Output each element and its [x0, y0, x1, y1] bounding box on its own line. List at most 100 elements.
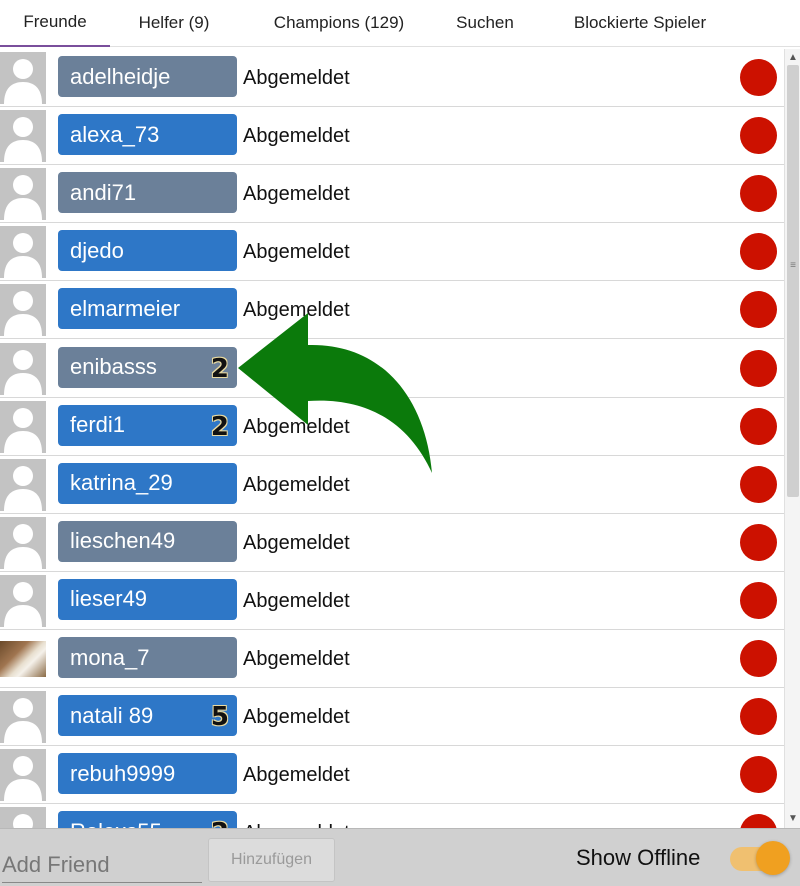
- friend-name: lieser49: [70, 586, 148, 612]
- avatar-icon: [0, 749, 46, 802]
- friend-row[interactable]: rebuh9999 Abgemeldet: [0, 746, 784, 805]
- friend-name: mona_7: [70, 644, 150, 670]
- toggle-knob[interactable]: [756, 841, 790, 875]
- friend-name-button[interactable]: Rolexs55 2: [58, 811, 237, 828]
- friend-row[interactable]: Rolexs552Abgemeldet: [0, 804, 784, 828]
- avatar-icon: [0, 400, 46, 453]
- avatar-icon: [0, 807, 46, 828]
- friend-name-button[interactable]: katrina_29: [58, 462, 237, 504]
- friend-row[interactable]: andi71 Abgemeldet: [0, 165, 784, 224]
- friend-name: natali 89: [70, 702, 154, 728]
- add-friend-input[interactable]: [2, 847, 202, 883]
- avatar-icon: [0, 458, 46, 511]
- avatar-icon: [0, 342, 46, 395]
- friend-row[interactable]: mona_7 Abgemeldet: [0, 630, 784, 688]
- friend-name-button[interactable]: andi71: [58, 172, 237, 214]
- avatar-photo: [0, 641, 46, 677]
- avatar-icon: [0, 284, 46, 337]
- offline-status-dot-icon: [740, 59, 777, 96]
- friend-name-button[interactable]: lieser49: [58, 578, 237, 620]
- tab-suchen[interactable]: Suchen: [440, 0, 530, 47]
- status-text: Abgemeldet: [243, 764, 350, 787]
- scroll-up-icon[interactable]: ▲: [785, 51, 800, 65]
- friend-row[interactable]: adelheidje Abgemeldet: [0, 49, 784, 107]
- avatar-icon: [0, 52, 46, 104]
- offline-status-dot-icon: [740, 581, 777, 619]
- tab-helfer[interactable]: Helfer (9): [110, 0, 238, 47]
- friend-name: katrina_29: [70, 470, 173, 496]
- friend-row[interactable]: ferdi1 2 Abgemeldet: [0, 398, 784, 456]
- status-text: Abgemeldet: [243, 473, 350, 496]
- status-text: Abgemeldet: [243, 241, 350, 264]
- scroll-down-icon[interactable]: ▼: [785, 812, 800, 826]
- offline-status-dot-icon: [740, 698, 777, 736]
- friend-name: andi71: [70, 179, 137, 205]
- friend-row[interactable]: alexa_73 Abgemeldet: [0, 107, 784, 166]
- status-text: Abgemeldet: [243, 67, 350, 89]
- friend-row[interactable]: natali 89 5 Abgemeldet: [0, 688, 784, 747]
- tab-blockierte-spieler[interactable]: Blockierte Spieler: [530, 0, 750, 47]
- status-text: Abgemeldet: [243, 183, 350, 206]
- avatar-icon: [0, 168, 46, 221]
- tab-champions[interactable]: Champions (129): [238, 0, 440, 47]
- tab-bar: Freunde Helfer (9) Champions (129) Suche…: [0, 0, 800, 47]
- message-count-badge: 2: [210, 353, 229, 384]
- status-text: Abgemeldet: [243, 648, 350, 670]
- offline-status-dot-icon: [740, 465, 777, 503]
- scrollbar[interactable]: ▲ ≡ ▼: [784, 49, 800, 828]
- avatar-icon: [0, 110, 46, 163]
- offline-status-dot-icon: [740, 407, 777, 445]
- friend-name-button[interactable]: adelheidje: [58, 56, 237, 97]
- friend-name-button[interactable]: lieschen49: [58, 520, 237, 562]
- friend-name-button[interactable]: natali 89 5: [58, 695, 237, 737]
- friend-name: adelheidje: [70, 63, 171, 89]
- friend-row[interactable]: lieser49 Abgemeldet: [0, 572, 784, 630]
- offline-status-dot-icon: [740, 117, 777, 155]
- friend-row[interactable]: katrina_29 Abgemeldet: [0, 456, 784, 514]
- friend-name-button[interactable]: alexa_73: [58, 114, 237, 156]
- offline-status-dot-icon: [740, 814, 777, 828]
- offline-status-dot-icon: [740, 756, 777, 794]
- friend-name: ferdi1: [70, 412, 126, 438]
- friend-row[interactable]: lieschen49 Abgemeldet: [0, 514, 784, 572]
- avatar-icon: [0, 226, 46, 279]
- friend-name-button[interactable]: mona_7: [58, 637, 237, 678]
- friend-name-button[interactable]: rebuh9999: [58, 753, 237, 795]
- offline-status-dot-icon: [740, 291, 777, 329]
- message-count-badge: 2: [210, 411, 229, 442]
- show-offline-toggle[interactable]: [730, 841, 790, 875]
- friend-name-button[interactable]: ferdi1 2: [58, 404, 237, 446]
- avatar-icon: [0, 574, 46, 627]
- offline-status-dot-icon: [740, 349, 777, 387]
- friend-name-button[interactable]: djedo: [58, 230, 237, 272]
- add-friend-button[interactable]: Hinzufügen: [208, 838, 335, 882]
- offline-status-dot-icon: [740, 233, 777, 271]
- friend-name: djedo: [70, 237, 124, 263]
- avatar-icon: [0, 516, 46, 569]
- scrollbar-thumb[interactable]: ≡: [787, 65, 799, 497]
- friend-row[interactable]: enibasss 2: [0, 340, 784, 398]
- grip-icon: ≡: [790, 260, 796, 271]
- status-text: Abgemeldet: [243, 706, 350, 729]
- friend-row[interactable]: djedo Abgemeldet: [0, 223, 784, 282]
- friend-name: lieschen49: [70, 528, 176, 554]
- friend-name: alexa_73: [70, 121, 160, 147]
- friend-name-button[interactable]: enibasss 2: [58, 346, 237, 388]
- status-text: Abgemeldet: [243, 589, 350, 612]
- friend-name-button[interactable]: elmarmeier: [58, 288, 237, 330]
- friend-name: Rolexs55: [70, 819, 162, 828]
- footer-bar: Hinzufügen Show Offline: [0, 828, 800, 886]
- offline-status-dot-icon: [740, 523, 777, 561]
- status-text: Abgemeldet: [243, 415, 350, 438]
- status-text: Abgemeldet: [243, 125, 350, 148]
- status-text: Abgemeldet: [243, 299, 350, 322]
- friend-name: elmarmeier: [70, 295, 181, 321]
- offline-status-dot-icon: [740, 640, 777, 677]
- tab-freunde[interactable]: Freunde: [0, 0, 110, 47]
- friend-row[interactable]: elmarmeier Abgemeldet: [0, 281, 784, 340]
- status-text: Abgemeldet: [243, 531, 350, 554]
- message-count-badge: 2: [211, 818, 229, 828]
- offline-status-dot-icon: [740, 175, 777, 213]
- show-offline-label: Show Offline: [576, 845, 701, 870]
- friend-name: rebuh9999: [70, 760, 176, 786]
